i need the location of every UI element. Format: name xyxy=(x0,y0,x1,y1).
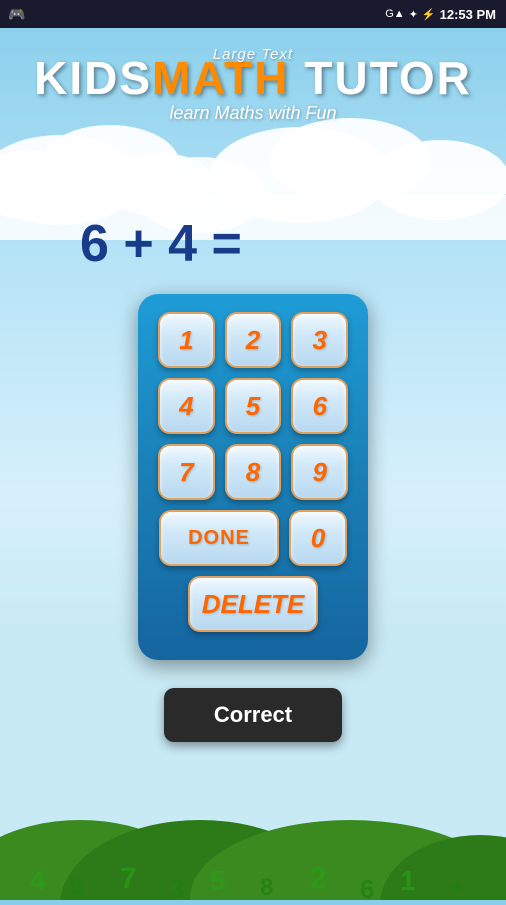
key-9[interactable]: 9 xyxy=(291,444,348,500)
app-header: Large Text KIDSMATH TUTOR learn Maths wi… xyxy=(0,28,506,124)
key-8[interactable]: 8 xyxy=(225,444,282,500)
keypad: 1 2 3 4 5 6 7 8 9 DONE 0 DELETE xyxy=(138,294,368,660)
key-done[interactable]: DONE xyxy=(159,510,279,566)
key-0-label: 0 xyxy=(311,523,325,554)
signal-icon: G▲ xyxy=(385,8,404,20)
ground-svg: 4 9 7 3 5 8 2 6 1 + xyxy=(0,740,506,900)
key-1-label: 1 xyxy=(179,325,193,356)
key-2[interactable]: 2 xyxy=(225,312,282,368)
keypad-row-4: DONE 0 xyxy=(158,510,348,566)
keypad-row-1: 1 2 3 xyxy=(158,312,348,368)
svg-text:3: 3 xyxy=(170,874,184,900)
equation-display: 6 + 4 = xyxy=(80,215,242,273)
menu-icon: 🎮 xyxy=(8,6,25,23)
key-2-label: 2 xyxy=(246,325,260,356)
key-9-label: 9 xyxy=(312,457,326,488)
key-7[interactable]: 7 xyxy=(158,444,215,500)
svg-text:9: 9 xyxy=(70,874,83,900)
key-6-label: 6 xyxy=(312,391,326,422)
key-4-label: 4 xyxy=(179,391,193,422)
correct-button-container: Correct xyxy=(0,688,506,742)
key-5-label: 5 xyxy=(246,391,260,422)
key-4[interactable]: 4 xyxy=(158,378,215,434)
svg-text:+: + xyxy=(450,874,464,900)
svg-text:2: 2 xyxy=(310,862,327,895)
large-text-label: Large Text xyxy=(0,46,506,63)
svg-text:4: 4 xyxy=(30,865,46,896)
key-3-label: 3 xyxy=(312,325,326,356)
status-bar: 🎮 G▲ ✦ ⚡ 12:53 PM xyxy=(0,0,506,28)
svg-text:6: 6 xyxy=(360,874,374,900)
key-5[interactable]: 5 xyxy=(225,378,282,434)
svg-text:7: 7 xyxy=(120,862,137,895)
key-done-label: DONE xyxy=(188,527,250,550)
correct-button[interactable]: Correct xyxy=(164,688,342,742)
key-delete-label: DELETE xyxy=(202,589,305,620)
math-question: 6 + 4 = xyxy=(0,214,506,274)
keypad-row-2: 4 5 6 xyxy=(158,378,348,434)
svg-text:8: 8 xyxy=(260,874,273,900)
key-0[interactable]: 0 xyxy=(289,510,347,566)
svg-text:5: 5 xyxy=(210,865,226,896)
key-8-label: 8 xyxy=(246,457,260,488)
key-6[interactable]: 6 xyxy=(291,378,348,434)
svg-text:1: 1 xyxy=(400,865,416,896)
keypad-container: 1 2 3 4 5 6 7 8 9 DONE 0 DELETE xyxy=(0,294,506,660)
wifi-icon: ✦ xyxy=(409,8,418,21)
battery-charging-icon: ⚡ xyxy=(422,8,436,21)
keypad-row-3: 7 8 9 xyxy=(158,444,348,500)
ground-area: 4 9 7 3 5 8 2 6 1 + xyxy=(0,740,506,900)
key-7-label: 7 xyxy=(179,457,193,488)
key-1[interactable]: 1 xyxy=(158,312,215,368)
key-delete[interactable]: DELETE xyxy=(188,576,318,632)
status-time: 12:53 PM xyxy=(440,7,496,22)
keypad-row-5: DELETE xyxy=(158,576,348,632)
app-subtitle: learn Maths with Fun xyxy=(0,103,506,124)
key-3[interactable]: 3 xyxy=(291,312,348,368)
